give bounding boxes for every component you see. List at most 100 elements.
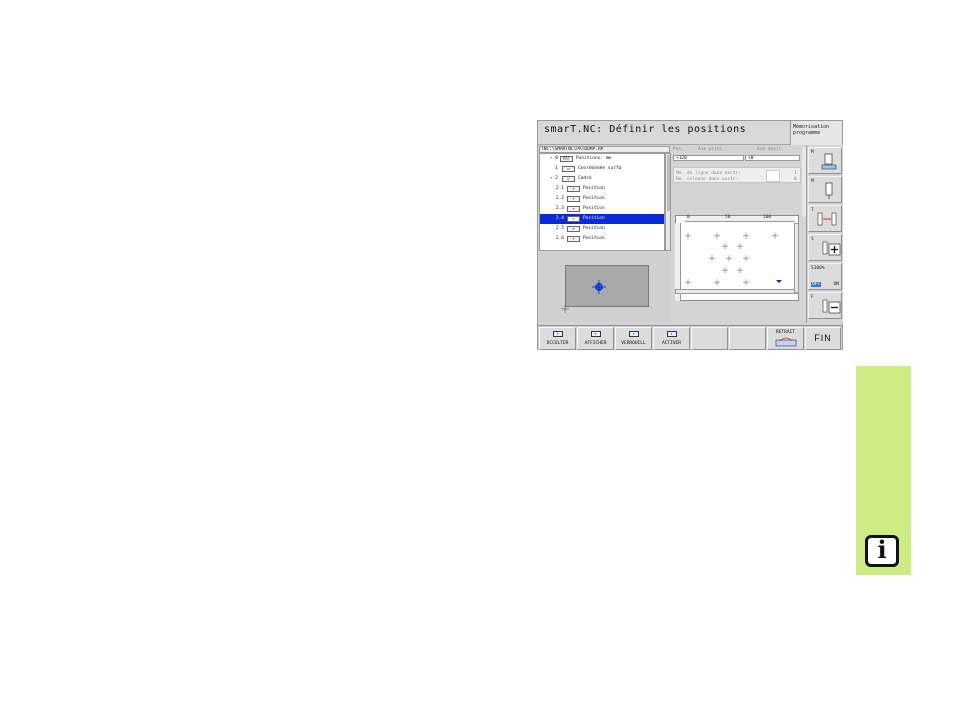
position-icon: + — [567, 226, 580, 232]
mode-indicator: Mémorisation programme — [790, 121, 842, 145]
lock-icon: ✦ — [628, 331, 639, 337]
tree-row[interactable]: ▿ 0 PAT Positions: mm — [540, 154, 664, 164]
mode-label: Mémorisation programme — [793, 124, 830, 136]
position-icon: + — [567, 206, 580, 212]
aux-axis-field[interactable]: +0 — [745, 155, 800, 161]
position-marker-icon — [743, 279, 749, 286]
spindle-speed-plus-key[interactable]: S — [808, 234, 842, 261]
info-value-box — [766, 170, 780, 182]
activer-button[interactable]: ✦ ACTIVER — [653, 327, 690, 350]
position-icon: + — [567, 186, 580, 192]
tree-row-selected[interactable]: 2.4 + Position — [540, 214, 664, 224]
vkey-label: S100% — [811, 266, 825, 271]
activer-label: ACTIVER — [662, 341, 681, 346]
position-icon: + — [567, 196, 580, 202]
tree-scrollbar[interactable] — [665, 153, 671, 251]
tree-row-label: Position — [583, 226, 605, 231]
verrouill-button[interactable]: ✦ VERROUILL — [615, 327, 652, 350]
tree-row-number: 1 — [555, 166, 558, 171]
plot-vertical-scrollbar[interactable] — [794, 223, 799, 293]
position-marker-icon — [714, 279, 720, 286]
position-marker-icon — [743, 255, 749, 262]
afficher-button[interactable]: ✦ AFFICHER — [577, 327, 614, 350]
feed-minus-key[interactable]: F — [808, 292, 842, 319]
tnc-screen: smarT.NC: Définir les positions Mémorisa… — [537, 120, 843, 350]
empty-softkey-1[interactable] — [691, 327, 728, 350]
tree-scroll-thumb[interactable] — [667, 155, 670, 211]
off-label: OFF — [811, 282, 822, 287]
vertical-softkey-bar: M M T S S100% OFF ON F — [806, 145, 843, 323]
ruler-label: 50 — [725, 215, 731, 220]
retract-icon — [775, 337, 797, 347]
frame-icon: ▭ — [562, 176, 575, 182]
main-axis-header: Axe princ. — [698, 147, 726, 152]
retrait-button[interactable]: RETRAIT — [767, 327, 804, 350]
vkey-label: T — [811, 208, 814, 213]
pattern-icon: PAT — [560, 156, 573, 162]
on-label: ON — [833, 282, 839, 287]
tree-row-number: 2.1 — [555, 186, 564, 191]
show-icon: ✦ — [590, 331, 601, 337]
tree-row-number: ▿ 2 — [549, 176, 558, 181]
position-marker-icon — [772, 232, 778, 239]
info-icon: i — [877, 535, 887, 564]
verrouill-label: VERROUILL — [621, 341, 646, 346]
tree-row-label: Positions: mm — [576, 156, 612, 161]
tree-row[interactable]: ▿ 2 ▭ Cadre — [540, 174, 664, 184]
preview-svg — [561, 280, 606, 313]
program-path: TNC:\SMARTNC\PATDUMP.HP — [539, 146, 670, 153]
tool-icon — [825, 182, 833, 199]
tool-call-key[interactable]: T — [808, 205, 842, 232]
tree-row[interactable]: 2.3 + Position — [540, 204, 664, 214]
horizontal-softkey-bar: ✦ OCCULTER ✦ AFFICHER ✦ VERROUILL ✦ ACTI… — [538, 325, 842, 350]
position-marker-icon — [726, 255, 732, 262]
tree-row[interactable]: 2.1 + Position — [540, 184, 664, 194]
position-icon: + — [567, 236, 580, 242]
horizontal-ruler: 0 50 100 — [685, 215, 795, 222]
minus-icon — [822, 299, 841, 314]
tree-row[interactable]: 2.2 + Position — [540, 194, 664, 204]
fin-button[interactable]: FIN — [805, 327, 841, 350]
position-marker-icon — [722, 267, 728, 274]
afficher-label: AFFICHER — [584, 341, 607, 346]
m2-function-key[interactable]: M — [808, 176, 842, 203]
tree-row-label: Position — [583, 196, 605, 201]
tree-row-label: Position — [583, 206, 605, 211]
tree-row-number: 2.3 — [555, 206, 564, 211]
plot-horizontal-scrollbar[interactable] — [675, 289, 799, 294]
vkey-label: M — [811, 179, 814, 184]
tree-row-label: Position — [583, 186, 605, 191]
tree-row[interactable]: 1 ▭ Coordonnée surfa — [540, 164, 664, 174]
title-bar: smarT.NC: Définir les positions — [538, 121, 790, 145]
position-marker-icon — [685, 232, 691, 239]
empty-softkey-2[interactable] — [729, 327, 766, 350]
position-target-icon — [592, 280, 606, 294]
occulter-label: OCCULTER — [546, 341, 569, 346]
ruler-label: 100 — [763, 215, 772, 220]
spindle-icon — [821, 153, 837, 170]
tree-row-label: Position — [583, 216, 605, 221]
pattern-markers — [685, 232, 782, 286]
tree-row-number: 2.4 — [555, 216, 564, 221]
position-marker-icon — [714, 232, 720, 239]
vkey-label: M — [811, 150, 814, 155]
line-number-value: 1 — [794, 171, 797, 176]
tree-row-label: Position — [583, 236, 605, 241]
program-tree[interactable]: ▿ 0 PAT Positions: mm 1 ▭ Coordonnée sur… — [539, 153, 665, 251]
spindle-override-key[interactable]: S100% OFF ON — [808, 263, 842, 290]
pos-header: Pos. — [673, 147, 684, 152]
tree-row-number: 2.5 — [555, 226, 564, 231]
position-marker-icon — [737, 243, 743, 250]
main-axis-field[interactable]: +120 — [673, 155, 744, 161]
tree-row-number: ▿ 0 — [549, 156, 558, 161]
tree-row[interactable]: 2.5 + Position — [540, 224, 664, 234]
aux-axis-header: Axe auxil. — [757, 147, 785, 152]
occulter-button[interactable]: ✦ OCCULTER — [539, 327, 576, 350]
tool-change-icon — [817, 212, 837, 226]
window-title: smarT.NC: Définir les positions — [544, 124, 747, 135]
info-button[interactable]: i — [865, 535, 899, 567]
file-info: No. de ligne dans exctr: No. colonne dan… — [673, 167, 801, 183]
current-position-marker-icon — [776, 280, 782, 283]
m-function-key[interactable]: M — [808, 147, 842, 174]
tree-row[interactable]: 2.6 + Position — [540, 234, 664, 244]
